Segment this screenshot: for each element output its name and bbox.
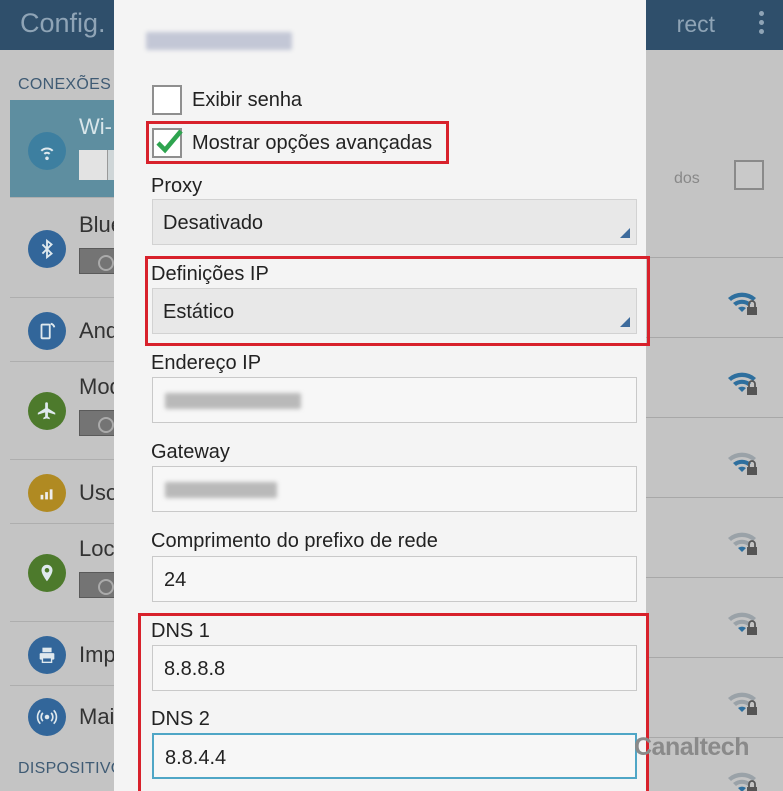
wifi-network-item[interactable] [646, 338, 783, 418]
settings-item-label: Loc [79, 536, 115, 561]
list-divider [646, 180, 783, 258]
airplane-icon [28, 392, 66, 430]
highlight-box-ip-settings [145, 256, 650, 346]
wifi-locked-icon [728, 452, 757, 475]
settings-item-label: And [79, 318, 119, 343]
prefix-length-value: 24 [164, 569, 187, 591]
settings-item-printing[interactable]: Imp [10, 624, 116, 686]
settings-item-data-usage[interactable]: Uso [10, 462, 118, 524]
section-header-devices: DISPOSITIVO [18, 760, 124, 777]
settings-item-label: Wi- [79, 114, 112, 139]
gateway-blurred-value [165, 482, 277, 503]
location-toggle[interactable] [79, 572, 119, 598]
show-password-row[interactable]: Exibir senha [152, 83, 302, 117]
bluetooth-toggle[interactable] [79, 248, 119, 274]
highlight-box-advanced [146, 121, 449, 164]
printer-icon [28, 636, 66, 674]
watermark-logo: Canaltech [634, 733, 749, 761]
wifi-locked-icon [728, 612, 757, 635]
wifi-toggle[interactable] [79, 150, 119, 180]
wifi-locked-icon [728, 292, 757, 315]
highlight-box-dns [138, 613, 649, 791]
prefix-length-input[interactable]: 24 [152, 556, 637, 602]
proxy-label: Proxy [151, 175, 203, 197]
wifi-config-dialog: Exibir senha Mostrar opções avançadas Pr… [114, 0, 650, 791]
wifi-network-item[interactable] [646, 258, 783, 338]
settings-item-airplane[interactable]: Mod [10, 362, 119, 460]
wifi-network-item[interactable] [646, 578, 783, 658]
wifi-locked-icon [728, 372, 757, 395]
proxy-dropdown[interactable]: Desativado [152, 199, 637, 245]
wifi-network-item[interactable] [646, 658, 783, 738]
wifi-direct-button[interactable]: rect [677, 11, 715, 38]
ip-address-blurred-value [165, 393, 301, 414]
prefix-length-label: Comprimento do prefixo de rede [151, 530, 438, 552]
proxy-value: Desativado [163, 212, 264, 234]
section-header-connections: CONEXÕES [18, 76, 112, 93]
ip-address-label: Endereço IP [151, 352, 262, 374]
app-title: Config. [20, 8, 106, 38]
gateway-label: Gateway [151, 441, 230, 463]
more-networks-icon [28, 698, 66, 736]
bluetooth-icon [28, 230, 66, 268]
dialog-title-network-name [146, 28, 292, 52]
settings-item-more-networks[interactable]: Mai [10, 686, 114, 748]
airplane-toggle[interactable] [79, 410, 119, 436]
ip-address-input[interactable] [152, 377, 637, 423]
gateway-input[interactable] [152, 466, 637, 512]
settings-item-label: Uso [79, 480, 119, 505]
settings-item-bluetooth[interactable]: Blue [10, 200, 119, 298]
overflow-menu-icon[interactable] [757, 8, 765, 38]
wifi-network-item[interactable] [646, 498, 783, 578]
location-icon [28, 554, 66, 592]
settings-item-label: Imp [79, 642, 116, 667]
wifi-icon [28, 132, 66, 170]
wifi-locked-icon [728, 532, 757, 555]
dropdown-arrow-icon [620, 228, 630, 238]
settings-item-label: Mod [79, 374, 119, 399]
settings-item-nfc[interactable]: And [10, 300, 118, 362]
wifi-network-item[interactable] [646, 418, 783, 498]
wifi-network-list: dos [646, 50, 783, 791]
show-password-checkbox[interactable] [152, 85, 182, 115]
wifi-locked-icon [728, 692, 757, 715]
settings-item-location[interactable]: Loc [10, 524, 119, 622]
data-usage-icon [28, 474, 66, 512]
wifi-locked-icon [728, 772, 757, 791]
android-beam-icon [28, 312, 66, 350]
settings-item-label: Blue [79, 212, 119, 237]
show-password-label: Exibir senha [192, 88, 303, 111]
settings-item-wifi[interactable]: Wi- [10, 100, 119, 198]
settings-item-label: Mai [79, 704, 115, 729]
